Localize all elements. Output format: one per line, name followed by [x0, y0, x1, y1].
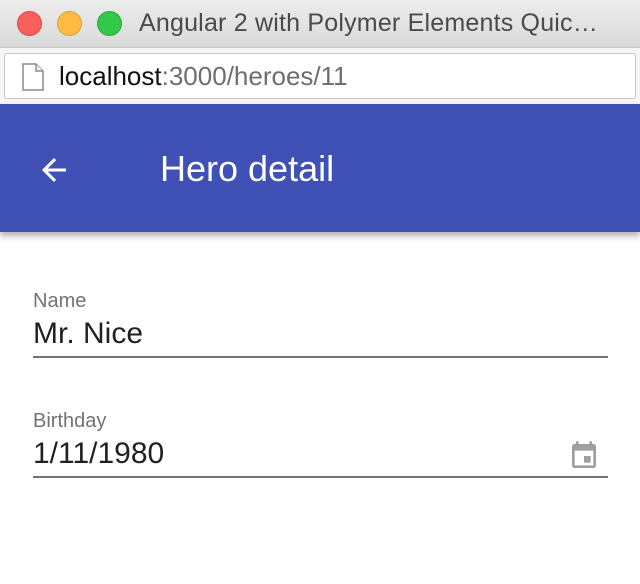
minimize-window-button[interactable] — [57, 11, 82, 36]
name-field: Name — [33, 288, 608, 358]
name-input[interactable] — [33, 314, 553, 354]
url-text: localhost:3000/heroes/11 — [59, 61, 348, 92]
birthday-input-container — [33, 434, 608, 478]
url-field[interactable]: localhost:3000/heroes/11 — [4, 53, 636, 99]
page-title: Hero detail — [160, 148, 335, 189]
browser-window: Angular 2 with Polymer Elements Quic… lo… — [0, 0, 640, 584]
url-path: :3000/heroes/11 — [161, 61, 348, 91]
birthday-field: Birthday — [33, 408, 608, 478]
name-input-container — [33, 314, 608, 358]
url-host: localhost — [59, 61, 162, 91]
page-icon — [22, 63, 44, 91]
title-bar: Angular 2 with Polymer Elements Quic… — [0, 0, 640, 48]
zoom-window-button[interactable] — [97, 11, 122, 36]
close-window-button[interactable] — [17, 11, 42, 36]
birthday-label: Birthday — [33, 410, 107, 432]
arrow-back-icon — [42, 158, 66, 182]
birthday-input[interactable] — [33, 434, 553, 474]
name-label: Name — [33, 290, 87, 312]
window-title: Angular 2 with Polymer Elements Quic… — [139, 9, 598, 37]
address-bar: localhost:3000/heroes/11 — [0, 48, 640, 104]
calendar-icon[interactable] — [568, 440, 600, 472]
back-button[interactable] — [28, 144, 84, 194]
app-toolbar: Hero detail — [0, 104, 640, 232]
